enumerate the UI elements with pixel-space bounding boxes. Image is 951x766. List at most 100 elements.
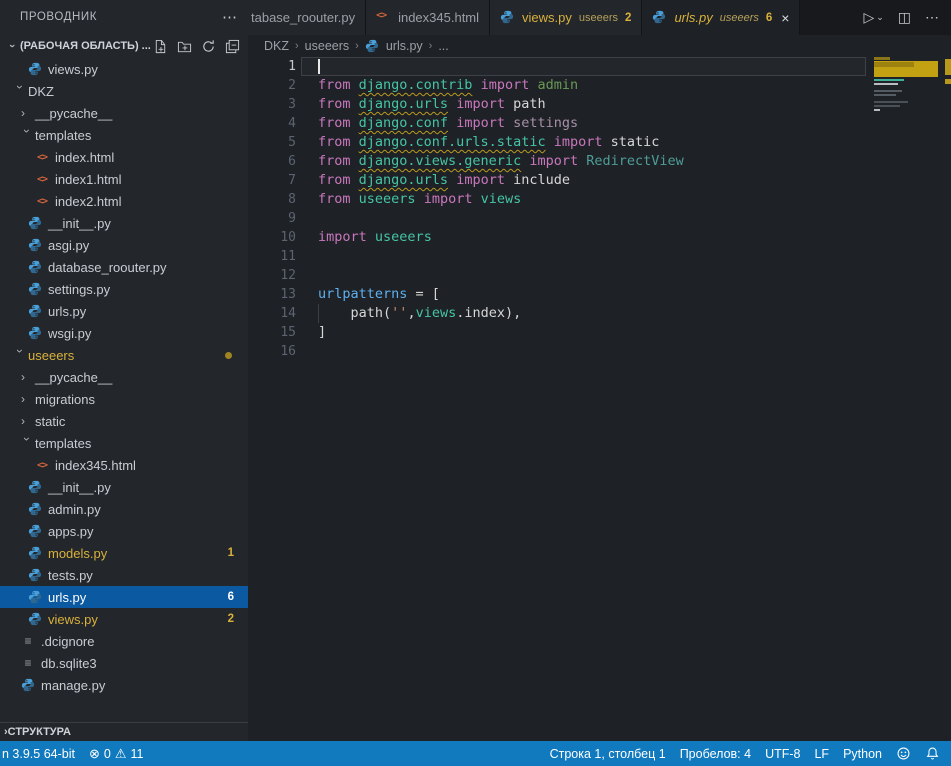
code-line-16[interactable]: 16 bbox=[248, 342, 872, 361]
tree-file--init-py[interactable]: __init__.py bbox=[0, 476, 248, 498]
line-number: 6 bbox=[248, 152, 296, 171]
tree-item-label: models.py bbox=[48, 546, 107, 561]
run-dropdown-icon[interactable]: ⌄ bbox=[876, 12, 884, 23]
tree-file-models-py[interactable]: models.py1 bbox=[0, 542, 248, 564]
refresh-icon[interactable] bbox=[201, 39, 216, 54]
tree-file-index345-html[interactable]: <>index345.html bbox=[0, 454, 248, 476]
python-icon bbox=[27, 479, 43, 495]
minimap-mark bbox=[874, 57, 890, 60]
tree-file--dcignore[interactable]: ≡.dcignore bbox=[0, 630, 248, 652]
code-line-2[interactable]: 2from django.contrib import admin bbox=[248, 76, 872, 95]
workspace-section-header[interactable]: › (РАБОЧАЯ ОБЛАСТЬ) ... bbox=[0, 34, 248, 58]
tree-file-index1-html[interactable]: <>index1.html bbox=[0, 168, 248, 190]
python-icon bbox=[27, 501, 43, 517]
code-editor[interactable]: 12from django.contrib import admin3from … bbox=[248, 57, 872, 741]
python-icon bbox=[27, 237, 43, 253]
tree-folder-migrations[interactable]: ›migrations bbox=[0, 388, 248, 410]
feedback-icon[interactable] bbox=[889, 741, 918, 766]
collapse-all-icon[interactable] bbox=[225, 39, 240, 54]
breadcrumb-item[interactable]: useeers bbox=[305, 39, 349, 53]
cursor-position-status[interactable]: Строка 1, столбец 1 bbox=[543, 741, 673, 766]
tree-item-label: apps.py bbox=[48, 524, 94, 539]
tree-file-index-html[interactable]: <>index.html bbox=[0, 146, 248, 168]
code-line-14[interactable]: 14 path('',views.index), bbox=[248, 304, 872, 323]
tree-folder--pycache-[interactable]: ›__pycache__ bbox=[0, 102, 248, 124]
tree-folder-templates[interactable]: ›templates bbox=[0, 432, 248, 454]
tree-item-label: .dcignore bbox=[41, 634, 94, 649]
code-line-5[interactable]: 5from django.conf.urls.static import sta… bbox=[248, 133, 872, 152]
code-line-6[interactable]: 6from django.views.generic import Redire… bbox=[248, 152, 872, 171]
code-line-12[interactable]: 12 bbox=[248, 266, 872, 285]
tree-file-db-sqlite3[interactable]: ≡db.sqlite3 bbox=[0, 652, 248, 674]
html-icon: <> bbox=[34, 193, 50, 209]
tree-file--init-py[interactable]: __init__.py bbox=[0, 212, 248, 234]
chevron-down-icon: › bbox=[6, 38, 18, 54]
tree-file-asgi-py[interactable]: asgi.py bbox=[0, 234, 248, 256]
tree-folder-useeers[interactable]: ›useeers bbox=[0, 344, 248, 366]
code-line-9[interactable]: 9 bbox=[248, 209, 872, 228]
minimap[interactable] bbox=[872, 57, 945, 741]
tree-file-wsgi-py[interactable]: wsgi.py bbox=[0, 322, 248, 344]
tree-file-urls-py[interactable]: urls.py6 bbox=[0, 586, 248, 608]
code-line-3[interactable]: 3from django.urls import path bbox=[248, 95, 872, 114]
line-number: 16 bbox=[248, 342, 296, 361]
tab-tabase-roouter-py[interactable]: tabase_roouter.py bbox=[248, 0, 366, 35]
overview-ruler[interactable] bbox=[945, 35, 951, 741]
tree-file-database-roouter-py[interactable]: database_roouter.py bbox=[0, 256, 248, 278]
tree-item-label: views.py bbox=[48, 612, 98, 627]
new-file-icon[interactable] bbox=[153, 39, 168, 54]
encoding-status[interactable]: UTF-8 bbox=[758, 741, 807, 766]
code-line-11[interactable]: 11 bbox=[248, 247, 872, 266]
eol-status[interactable]: LF bbox=[807, 741, 836, 766]
tree-file-admin-py[interactable]: admin.py bbox=[0, 498, 248, 520]
python-interpreter-status[interactable]: n 3.9.5 64-bit bbox=[0, 741, 82, 766]
new-folder-icon[interactable] bbox=[177, 39, 192, 54]
tree-item-label: static bbox=[35, 414, 65, 429]
language-mode-status[interactable]: Python bbox=[836, 741, 889, 766]
problems-status[interactable]: ⊗ 0 ⚠ 11 bbox=[82, 741, 151, 766]
indentation-status[interactable]: Пробелов: 4 bbox=[673, 741, 758, 766]
code-line-15[interactable]: 15] bbox=[248, 323, 872, 342]
tree-folder-templates[interactable]: ›templates bbox=[0, 124, 248, 146]
notifications-bell-icon[interactable] bbox=[918, 741, 947, 766]
explorer-more-icon[interactable]: ⋯ bbox=[222, 8, 238, 26]
tab-urls-py[interactable]: urls.pyuseeers6× bbox=[642, 0, 800, 35]
breadcrumb-item[interactable]: urls.py bbox=[386, 39, 423, 53]
tree-file-settings-py[interactable]: settings.py bbox=[0, 278, 248, 300]
split-editor-icon[interactable]: ◫ bbox=[898, 9, 911, 26]
code-line-7[interactable]: 7from django.urls import include bbox=[248, 171, 872, 190]
line-number: 3 bbox=[248, 95, 296, 114]
breadcrumb-item[interactable]: ... bbox=[438, 39, 448, 53]
tab-index345-html[interactable]: <>index345.html bbox=[366, 0, 490, 35]
code-line-8[interactable]: 8from useeers import views bbox=[248, 190, 872, 209]
code-line-4[interactable]: 4from django.conf import settings bbox=[248, 114, 872, 133]
tree-file-views-py[interactable]: views.py bbox=[0, 58, 248, 80]
line-number: 7 bbox=[248, 171, 296, 190]
run-button[interactable]: ▷⌄ bbox=[863, 9, 883, 26]
tree-folder--pycache-[interactable]: ›__pycache__ bbox=[0, 366, 248, 388]
close-icon[interactable]: × bbox=[781, 10, 789, 26]
tree-file-tests-py[interactable]: tests.py bbox=[0, 564, 248, 586]
line-number: 8 bbox=[248, 190, 296, 209]
tree-file-manage-py[interactable]: manage.py bbox=[0, 674, 248, 696]
code-line-1[interactable]: 1 bbox=[248, 57, 872, 76]
tree-file-apps-py[interactable]: apps.py bbox=[0, 520, 248, 542]
tab-views-py[interactable]: views.pyuseeers2 bbox=[490, 0, 642, 35]
tree-folder-dkz[interactable]: ›DKZ bbox=[0, 80, 248, 102]
code-line-13[interactable]: 13urlpatterns = [ bbox=[248, 285, 872, 304]
chevron-right-icon: › bbox=[21, 106, 33, 120]
breadcrumb-separator: › bbox=[295, 40, 299, 52]
tree-file-urls-py[interactable]: urls.py bbox=[0, 300, 248, 322]
problems-badge: 2 bbox=[228, 613, 234, 625]
outline-section-header[interactable]: › СТРУКТУРА bbox=[0, 722, 248, 741]
tree-file-index2-html[interactable]: <>index2.html bbox=[0, 190, 248, 212]
code-line-10[interactable]: 10import useeers bbox=[248, 228, 872, 247]
python-icon bbox=[27, 589, 43, 605]
editor-more-icon[interactable]: ⋯ bbox=[925, 9, 939, 26]
tree-file-views-py[interactable]: views.py 2 bbox=[0, 608, 248, 630]
tree-folder-static[interactable]: ›static bbox=[0, 410, 248, 432]
tree-item-label: manage.py bbox=[41, 678, 105, 693]
tree-item-label: tests.py bbox=[48, 568, 93, 583]
breadcrumb-item[interactable]: DKZ bbox=[264, 39, 289, 53]
minimap-mark bbox=[874, 109, 880, 111]
